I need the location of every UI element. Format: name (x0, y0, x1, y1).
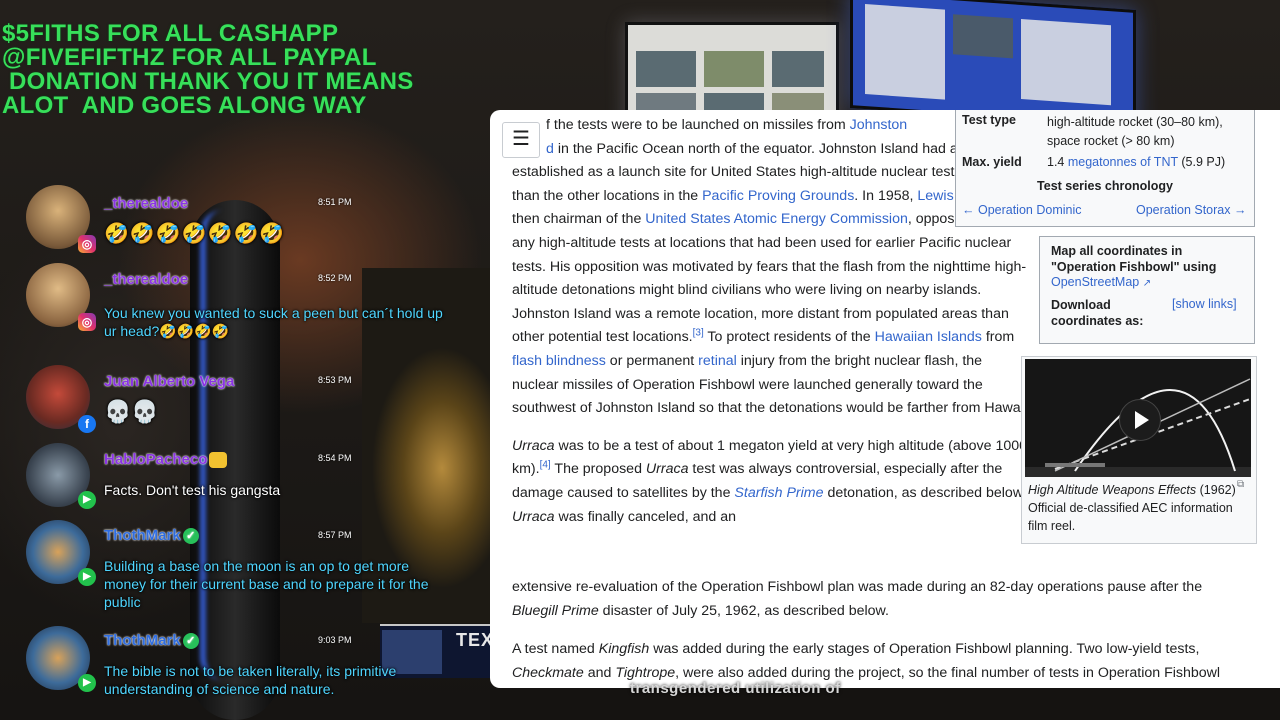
chat-text: 🤣🤣🤣🤣🤣🤣🤣 (104, 223, 286, 245)
youtube-icon: ▶ (78, 491, 96, 509)
youtube-icon: ▶ (78, 674, 96, 692)
chat-text: The bible is not to be taken literally, … (104, 663, 397, 697)
chat-username: HabloPacheco (104, 451, 228, 469)
infobox: Test type high-altitude rocket (30–80 km… (955, 110, 1255, 227)
text: To protect residents of the (703, 329, 875, 346)
chat-username: ThothMark ✓ (104, 632, 199, 650)
text: Urraca (645, 461, 689, 478)
video-caption: High Altitude Weapons Effects (1962) Off… (1028, 483, 1236, 533)
text: The proposed (550, 461, 646, 478)
text: Urraca (512, 508, 555, 525)
chat-message: ▶ ThothMark ✓ 8:57 PM Building a base on … (22, 520, 462, 620)
download-label: Download coordinates as: (1051, 298, 1144, 328)
video-frame[interactable] (1025, 359, 1251, 477)
chat-text: Facts. Don't test his gangsta (104, 482, 281, 498)
chat-timestamp: 9:03 PM (318, 635, 352, 645)
chat-timestamp: 8:53 PM (318, 375, 352, 385)
chat-timestamp: 8:54 PM (318, 453, 352, 463)
external-link-icon: ↗ (1142, 278, 1152, 289)
verified-icon: ✓ (182, 528, 199, 545)
text: Kingfish (598, 641, 650, 657)
chat-timestamp: 8:52 PM (318, 273, 352, 283)
text: Tightrope (615, 664, 676, 681)
text: Urraca (512, 437, 555, 454)
chat-message: ▶ ThothMark ✓ 9:03 PM The bible is not to… (22, 626, 462, 700)
table-of-contents-button[interactable]: ☰ (502, 122, 540, 158)
paragraph-urraca: Urraca was to be a test of about 1 megat… (512, 435, 1032, 529)
text: Checkmate (512, 664, 584, 681)
paragraph-launch-site: f the tests were to be launched on missi… (512, 114, 1032, 421)
paragraph-urraca-continued: extensive re-evaluation of the Operation… (512, 576, 1252, 623)
list-icon: ☰ (512, 128, 530, 150)
coordinates-box: Map all coordinates in "Operation Fishbo… (1039, 236, 1255, 344)
citation-3[interactable]: [3] (693, 328, 704, 339)
text: . In 1958, (854, 187, 918, 204)
show-links-button[interactable]: [show links] (1172, 297, 1237, 311)
chat-username: ThothMark ✓ (104, 527, 199, 545)
link-megatonnes[interactable]: megatonnes of TNT (1068, 155, 1178, 169)
chat-username: _therealdoe (104, 271, 189, 288)
text: , were also added during the project, so… (675, 664, 1221, 681)
text: disaster of July 25, 1962, as described … (598, 602, 889, 619)
link-pacific-proving-grounds[interactable]: Pacific Proving Grounds (702, 188, 854, 204)
chat-overlay: ◎ _therealdoe 8:51 PM 🤣🤣🤣🤣🤣🤣🤣 ◎ _thereal… (22, 150, 462, 700)
link-flash-blindness[interactable]: flash blindness (512, 353, 606, 369)
link-openstreetmap[interactable]: OpenStreetMap ↗ (1051, 275, 1151, 289)
facebook-icon: f (78, 415, 96, 433)
text: was added during the early stages of Ope… (649, 641, 1200, 657)
video-thumbnail-box: ⧉ High Altitude Weapons Effects (1962) O… (1021, 356, 1257, 544)
chat-text: You knew you wanted to suck a peen but c… (104, 305, 443, 339)
play-icon[interactable] (1119, 399, 1161, 441)
link-hawaiian-islands[interactable]: Hawaiian Islands (875, 329, 982, 345)
map-all-label: Map all coordinates in "Operation Fishbo… (1051, 244, 1217, 274)
infobox-value: 1.4 megatonnes of TNT (5.9 PJ) (1047, 155, 1226, 169)
caption-bar (490, 688, 1280, 720)
wikipedia-article-panel: f the tests were to be launched on missi… (490, 110, 1280, 688)
infobox-chronology-heading: Test series chronology (1037, 179, 1173, 193)
link-previous-series[interactable]: ← Operation Dominic (962, 203, 1082, 217)
article-body: f the tests were to be launched on missi… (512, 114, 1032, 543)
text: and (583, 664, 616, 681)
infobox-label: Test type (962, 113, 1016, 127)
text: extensive re-evaluation of the Operation… (512, 579, 1203, 595)
chat-message: ▶ HabloPacheco 8:54 PM Facts. Don't test… (22, 443, 462, 513)
stream-caption: transgendered utilization of (630, 680, 841, 697)
chat-text: Building a base on the moon is an op to … (104, 558, 429, 610)
verified-icon: ✓ (182, 633, 199, 650)
infobox-value: high-altitude rocket (30–80 km), space r… (1047, 115, 1223, 148)
link-johnston-island[interactable]: Johnston (850, 117, 908, 133)
link-next-series[interactable]: Operation Storax → (1136, 203, 1246, 217)
paragraph-kingfish: A test named Kingfish was added during t… (512, 638, 1252, 685)
chat-timestamp: 8:57 PM (318, 530, 352, 540)
chat-message: ◎ _therealdoe 8:51 PM 🤣🤣🤣🤣🤣🤣🤣 (22, 185, 462, 255)
instagram-icon: ◎ (78, 313, 96, 331)
text: f the tests were to be launched on missi… (546, 117, 850, 133)
link-johnston-island-cont[interactable]: d (546, 141, 554, 157)
crown-icon (209, 452, 228, 469)
chat-timestamp: 8:51 PM (318, 197, 352, 207)
text: A test named (512, 641, 599, 657)
chat-message: ◎ _therealdoe 8:52 PM You knew you wante… (22, 263, 462, 353)
background-monitor-right (850, 0, 1136, 128)
chat-username: Juan Alberto Vega (104, 373, 235, 390)
text: Bluegill Prime (512, 602, 599, 619)
text: was finally canceled, and an (554, 508, 736, 525)
chat-username: _therealdoe (104, 195, 189, 212)
link-starfish-prime[interactable]: Starfish Prime (734, 485, 823, 501)
link-aec[interactable]: United States Atomic Energy Commission (645, 211, 908, 227)
donation-banner: $5FITHS FOR ALL CASHAPP @FIVEFIFTHZ FOR … (2, 20, 414, 119)
citation-4[interactable]: [4] (540, 460, 551, 471)
infobox-label: Max. yield (962, 155, 1022, 169)
youtube-icon: ▶ (78, 568, 96, 586)
chat-message: f Juan Alberto Vega 8:53 PM 💀💀 (22, 365, 462, 435)
text: detonation, as described below. (823, 484, 1027, 501)
chat-text: 💀💀 (104, 399, 159, 424)
instagram-icon: ◎ (78, 235, 96, 253)
text: from (981, 329, 1015, 346)
text: or permanent (605, 352, 699, 369)
link-retinal[interactable]: retinal (698, 353, 737, 369)
text: , opposed doing any high-altitude tests … (512, 211, 1027, 346)
